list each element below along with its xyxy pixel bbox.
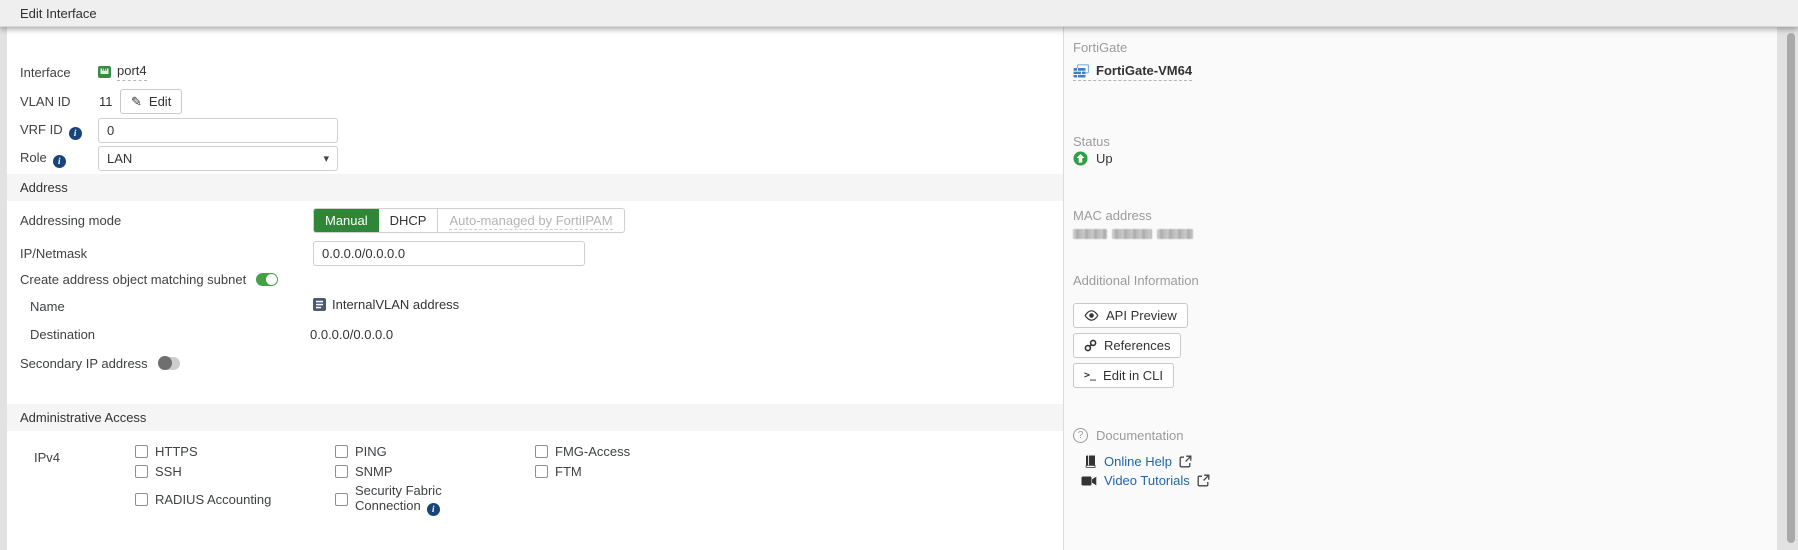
role-label: Rolei <box>20 150 66 168</box>
secondary-ip-label: Secondary IP address <box>20 356 148 371</box>
info-icon[interactable]: i <box>69 127 82 140</box>
secondary-ip-toggle[interactable] <box>158 357 180 370</box>
mode-option-fortiipam[interactable]: Auto-managed by FortiIPAM <box>438 209 623 232</box>
create-address-object-toggle[interactable] <box>256 273 278 286</box>
video-tutorials-link[interactable]: Video Tutorials <box>1104 473 1190 488</box>
destination-value: 0.0.0.0/0.0.0.0 <box>310 327 393 342</box>
edit-in-cli-label: Edit in CLI <box>1103 368 1163 383</box>
video-tutorials-row: Video Tutorials <box>1081 473 1210 488</box>
mac-address-redacted-value <box>1073 227 1198 242</box>
eye-icon <box>1084 310 1099 321</box>
pencil-icon: ✎ <box>131 95 142 108</box>
role-select[interactable]: LAN ▾ <box>98 146 338 171</box>
edit-in-cli-button[interactable]: >_ Edit in CLI <box>1073 363 1174 388</box>
online-help-row: Online Help <box>1084 454 1192 469</box>
admin-access-section-title: Administrative Access <box>20 410 146 425</box>
book-icon <box>1084 455 1097 468</box>
terminal-icon: >_ <box>1084 370 1096 381</box>
references-button[interactable]: References <box>1073 333 1181 358</box>
fortigate-label: FortiGate <box>1073 40 1127 55</box>
documentation-title: Documentation <box>1096 428 1183 443</box>
vlan-id-value: 11 <box>99 94 113 109</box>
documentation-header: ? Documentation <box>1073 428 1183 443</box>
addressing-mode-segment: Manual DHCP Auto-managed by FortiIPAM <box>313 208 625 233</box>
status-value-row: Up <box>1073 151 1113 166</box>
checkbox-ssh[interactable]: SSH <box>135 464 335 479</box>
role-selected-value: LAN <box>107 151 132 166</box>
address-object-name: InternalVLAN address <box>332 297 459 312</box>
status-label: Status <box>1073 134 1110 149</box>
api-preview-button[interactable]: API Preview <box>1073 303 1188 328</box>
vlan-edit-button[interactable]: ✎ Edit <box>120 89 182 114</box>
destination-label: Destination <box>30 327 95 342</box>
dialog-header: Edit Interface <box>0 0 1798 27</box>
checkbox-box[interactable] <box>535 445 548 458</box>
address-name-label: Name <box>30 299 65 314</box>
video-camera-icon <box>1081 476 1097 486</box>
references-label: References <box>1104 338 1170 353</box>
address-name-value: InternalVLAN address <box>313 297 459 312</box>
ipv4-access-grid: HTTPS PING FMG-Access SSH SNMP FTM RADIU… <box>135 444 755 516</box>
ip-netmask-input[interactable] <box>313 241 585 266</box>
external-link-icon <box>1179 455 1192 468</box>
fortigate-device-link[interactable]: FortiGate-VM64 <box>1073 63 1192 81</box>
checkbox-https[interactable]: HTTPS <box>135 444 335 459</box>
fortigate-device-name: FortiGate-VM64 <box>1096 63 1192 78</box>
vertical-scrollbar-thumb[interactable] <box>1787 33 1795 543</box>
checkbox-fmg-access[interactable]: FMG-Access <box>535 444 735 459</box>
create-address-object-row: Create address object matching subnet <box>20 271 278 287</box>
checkbox-ping[interactable]: PING <box>335 444 535 459</box>
fortigate-device-icon <box>1073 64 1089 78</box>
address-section-title: Address <box>20 180 68 195</box>
status-up-icon <box>1073 151 1088 166</box>
ethernet-port-icon <box>98 66 111 78</box>
address-object-icon <box>313 298 326 311</box>
vrf-id-label: VRF IDi <box>20 122 82 140</box>
edit-interface-form: Interface port4 VLAN ID 11 ✎ Edit VRF ID… <box>7 27 1063 550</box>
online-help-link[interactable]: Online Help <box>1104 454 1172 469</box>
vlan-edit-button-label: Edit <box>149 94 171 109</box>
checkbox-box[interactable] <box>135 493 148 506</box>
checkbox-ftm[interactable]: FTM <box>535 464 735 479</box>
external-link-icon <box>1197 474 1210 487</box>
dialog-title: Edit Interface <box>20 6 97 21</box>
mode-option-manual[interactable]: Manual <box>314 209 379 232</box>
link-icon <box>1084 339 1097 352</box>
api-preview-label: API Preview <box>1106 308 1177 323</box>
checkbox-radius-accounting[interactable]: RADIUS Accounting <box>135 492 335 507</box>
checkbox-box[interactable] <box>535 465 548 478</box>
mode-option-dhcp[interactable]: DHCP <box>379 209 439 232</box>
info-icon[interactable]: i <box>53 155 66 168</box>
interface-value[interactable]: port4 <box>98 63 147 81</box>
addressing-mode-label: Addressing mode <box>20 213 121 228</box>
checkbox-box[interactable] <box>335 445 348 458</box>
vrf-id-input[interactable] <box>98 118 338 143</box>
ip-netmask-label: IP/Netmask <box>20 246 87 261</box>
mac-address-label: MAC address <box>1073 208 1152 223</box>
question-icon: ? <box>1073 428 1088 443</box>
checkbox-box[interactable] <box>135 465 148 478</box>
checkbox-box[interactable] <box>135 445 148 458</box>
interface-name: port4 <box>117 63 147 81</box>
info-icon[interactable]: i <box>427 503 440 516</box>
interface-label: Interface <box>20 65 71 80</box>
status-value: Up <box>1096 151 1113 166</box>
secondary-ip-row: Secondary IP address <box>20 355 180 371</box>
admin-access-section-header: Administrative Access <box>7 404 1063 431</box>
address-section-header: Address <box>7 174 1063 201</box>
vlan-id-label: VLAN ID <box>20 94 71 109</box>
checkbox-snmp[interactable]: SNMP <box>335 464 535 479</box>
ipv4-label: IPv4 <box>34 450 60 465</box>
create-address-object-label: Create address object matching subnet <box>20 272 246 287</box>
checkbox-box[interactable] <box>335 465 348 478</box>
additional-information-label: Additional Information <box>1073 273 1199 288</box>
info-sidebar: FortiGate FortiGate-VM64 Status Up MAC a… <box>1063 27 1777 550</box>
checkbox-box[interactable] <box>335 493 348 506</box>
checkbox-security-fabric[interactable]: Security Fabric Connectioni <box>335 484 535 516</box>
chevron-down-icon: ▾ <box>323 152 329 165</box>
